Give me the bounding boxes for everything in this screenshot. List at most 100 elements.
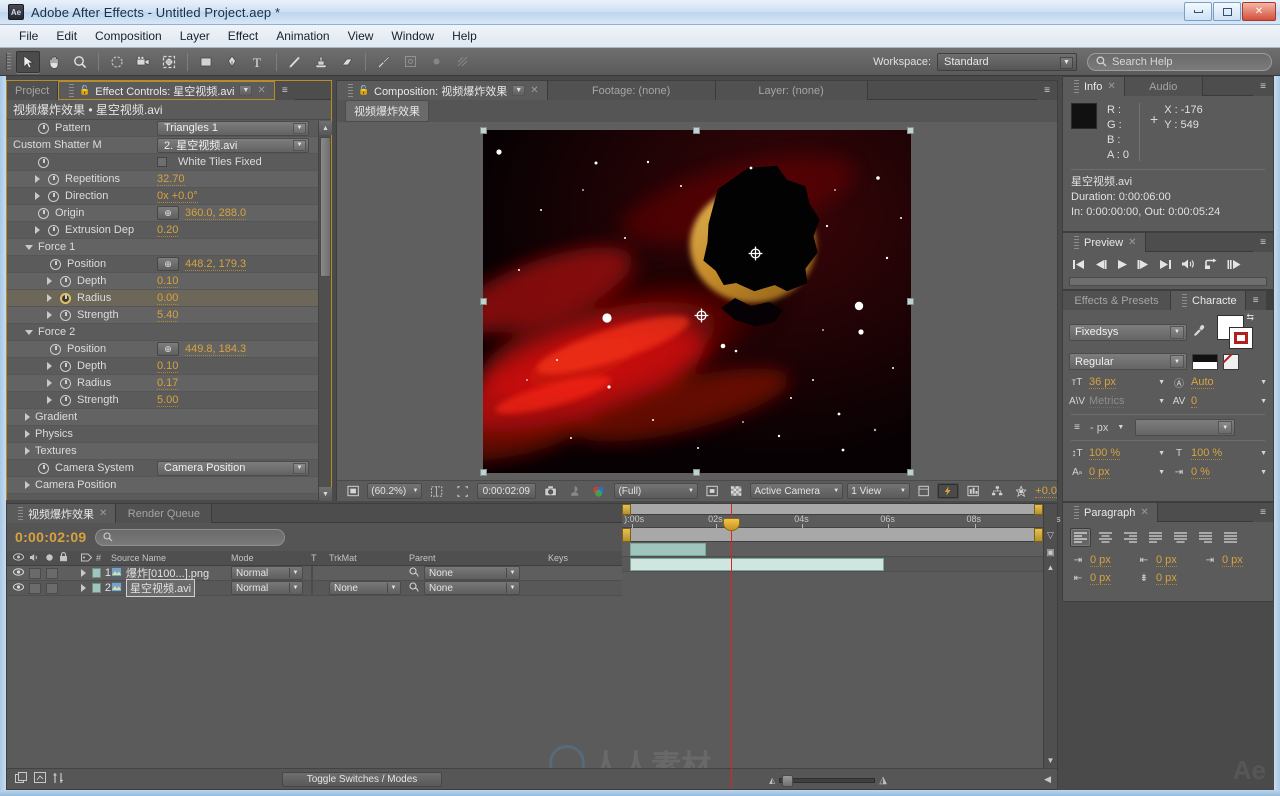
close-icon[interactable]: ✕ bbox=[1140, 507, 1148, 518]
tab-preview[interactable]: Preview ✕ bbox=[1063, 233, 1146, 252]
chevron-down-icon[interactable]: ▼ bbox=[1117, 424, 1124, 431]
stopwatch-icon[interactable] bbox=[60, 394, 71, 406]
puppet-mesh-tool[interactable] bbox=[450, 51, 474, 73]
chevron-down-icon[interactable]: ▼ bbox=[512, 85, 526, 96]
tab-project[interactable]: Project bbox=[7, 81, 59, 100]
effect-property-value[interactable]: 0x +0.0° bbox=[157, 190, 198, 203]
camera-select[interactable]: Active Camera ▼ bbox=[750, 483, 844, 499]
chevron-down-icon[interactable]: ▼ bbox=[1158, 450, 1165, 457]
effect-property-row[interactable]: Position ⊕ 449.8, 184.3 bbox=[7, 341, 331, 358]
effect-property-row[interactable]: Strength 5.00 bbox=[7, 392, 331, 409]
panel-menu-icon[interactable]: ≡ bbox=[1253, 77, 1273, 96]
effect-property-value[interactable]: 448.2, 179.3 bbox=[185, 258, 247, 271]
stopwatch-icon[interactable] bbox=[48, 190, 59, 202]
breadcrumb[interactable]: 视频爆炸效果 bbox=[345, 100, 429, 122]
camera-tool[interactable] bbox=[131, 51, 155, 73]
align-center-button[interactable] bbox=[1095, 528, 1116, 547]
tab-render-queue[interactable]: Render Queue bbox=[116, 504, 213, 523]
chevron-down-icon[interactable]: ▼ bbox=[1260, 398, 1267, 405]
chevron-down-icon[interactable]: ▼ bbox=[1158, 469, 1165, 476]
triangle-closed-icon[interactable] bbox=[35, 192, 40, 200]
transparency-grid-icon[interactable] bbox=[726, 483, 746, 499]
indent-left-field[interactable]: ⇥ 0 px bbox=[1070, 552, 1134, 569]
stopwatch-icon[interactable] bbox=[60, 360, 71, 372]
composition-canvas[interactable] bbox=[483, 130, 911, 473]
effect-property-row[interactable]: Strength 5.40 bbox=[7, 307, 331, 324]
space-before-field[interactable]: ⇤ 0 px bbox=[1070, 570, 1134, 587]
channel-rgb-icon[interactable] bbox=[588, 483, 610, 499]
region-of-interest-icon[interactable] bbox=[452, 483, 473, 499]
stopwatch-icon[interactable] bbox=[50, 343, 61, 355]
scroll-thumb[interactable] bbox=[320, 137, 331, 277]
minimize-button[interactable] bbox=[1184, 2, 1212, 21]
tab-effect-controls[interactable]: 🔓 Effect Controls: 星空视频.avi ▼ ✕ bbox=[58, 81, 275, 100]
chevron-down-icon[interactable]: ▼ bbox=[1158, 379, 1165, 386]
triangle-closed-icon[interactable] bbox=[35, 226, 40, 234]
effect-property-row[interactable]: Camera Position bbox=[7, 477, 331, 494]
chevron-down-icon[interactable]: ▼ bbox=[1260, 450, 1267, 457]
selection-handle-mr[interactable] bbox=[907, 298, 914, 305]
scroll-down-icon[interactable]: ▼ bbox=[1044, 756, 1057, 765]
effect-property-value[interactable]: 0.20 bbox=[157, 224, 179, 237]
selection-handle-br[interactable] bbox=[907, 469, 914, 476]
effect-property-value[interactable]: 449.8, 184.3 bbox=[185, 343, 247, 356]
text-tool[interactable]: T bbox=[246, 51, 270, 73]
effect-property-value[interactable]: 0.10 bbox=[157, 275, 179, 288]
zoom-select[interactable]: (60.2%) ▼ bbox=[367, 483, 423, 499]
time-display[interactable]: 0:00:02:09 bbox=[476, 483, 536, 499]
effect-property-value[interactable]: 0.10 bbox=[157, 360, 179, 373]
lock-icon[interactable]: 🔓 bbox=[79, 85, 90, 97]
tab-composition[interactable]: 🔓 Composition: 视频爆炸效果 ▼ ✕ bbox=[337, 81, 548, 100]
brush-tool[interactable] bbox=[283, 51, 307, 73]
space-after-field[interactable]: ⇟ 0 px bbox=[1136, 570, 1200, 587]
views-select[interactable]: 1 View ▼ bbox=[847, 483, 910, 499]
zoom-in-icon[interactable]: ◮ bbox=[879, 775, 887, 786]
time-ruler[interactable]: ):00s02s04s06s08s10s bbox=[622, 514, 1061, 528]
effect-controls-scrollbar[interactable]: ▲ ▼ bbox=[318, 121, 332, 501]
font-family-select[interactable]: Fixedsys ▼ bbox=[1069, 323, 1187, 341]
layer-source-name[interactable]: 星空视频.avi bbox=[126, 579, 196, 597]
timeline-track-row[interactable] bbox=[622, 557, 1057, 572]
effect-property-row[interactable]: Force 2 bbox=[7, 324, 331, 341]
tab-paragraph[interactable]: Paragraph ✕ bbox=[1063, 503, 1158, 522]
current-time-indicator[interactable] bbox=[730, 504, 732, 789]
effect-property-value[interactable]: 360.0, 288.0 bbox=[185, 207, 247, 220]
eye-icon[interactable] bbox=[13, 582, 24, 594]
stroke-color-swatch[interactable] bbox=[1229, 327, 1253, 349]
eraser-tool[interactable] bbox=[335, 51, 359, 73]
layer-mode-select[interactable]: Normal ▼ bbox=[231, 566, 303, 580]
search-help-input[interactable]: Search Help bbox=[1087, 52, 1272, 71]
effect-property-row[interactable]: Depth 0.10 bbox=[7, 273, 331, 290]
triangle-open-icon[interactable] bbox=[25, 329, 33, 335]
solo-toggle[interactable] bbox=[46, 582, 58, 594]
timeline-collapse-icon[interactable]: ◀ bbox=[1044, 774, 1051, 785]
layer-clip-bar[interactable] bbox=[630, 543, 706, 556]
effect-property-value[interactable]: 32.70 bbox=[157, 173, 185, 186]
effect-property-row[interactable]: Radius 0.17 bbox=[7, 375, 331, 392]
tracking-field[interactable]: AV 0 ▼ bbox=[1171, 393, 1267, 410]
effect-property-row[interactable]: Textures bbox=[7, 443, 331, 460]
menu-composition[interactable]: Composition bbox=[86, 26, 171, 46]
lock-icon[interactable]: 🔓 bbox=[358, 85, 369, 97]
effect-property-row[interactable]: Physics bbox=[7, 426, 331, 443]
effect-property-row[interactable]: Pattern Triangles 1 ▼ bbox=[7, 120, 331, 137]
font-style-select[interactable]: Regular ▼ bbox=[1069, 353, 1187, 370]
triangle-closed-icon[interactable] bbox=[47, 294, 52, 302]
stopwatch-icon[interactable] bbox=[38, 207, 49, 219]
effect-property-row[interactable]: Gradient bbox=[7, 409, 331, 426]
hand-tool[interactable] bbox=[42, 51, 66, 73]
selection-handle-tr[interactable] bbox=[907, 127, 914, 134]
tab-footage[interactable]: Footage: (none) bbox=[547, 81, 716, 100]
comp-flowchart-icon[interactable] bbox=[987, 483, 1007, 499]
layer-clip-bar[interactable] bbox=[630, 558, 885, 571]
effect-property-row[interactable]: Force 1 bbox=[7, 239, 331, 256]
selection-handle-bl[interactable] bbox=[480, 469, 487, 476]
panel-menu-icon[interactable]: ≡ bbox=[274, 81, 295, 100]
fast-previews-icon[interactable] bbox=[937, 483, 959, 499]
close-button[interactable]: ✕ bbox=[1242, 2, 1276, 21]
align-left-button[interactable] bbox=[1070, 528, 1091, 547]
fill-stroke-swatches[interactable]: ⇆ bbox=[1211, 312, 1254, 349]
composition-viewer[interactable] bbox=[337, 122, 1057, 480]
graph-editor-toggle-icon[interactable] bbox=[53, 772, 64, 787]
close-icon[interactable]: ✕ bbox=[530, 85, 538, 96]
